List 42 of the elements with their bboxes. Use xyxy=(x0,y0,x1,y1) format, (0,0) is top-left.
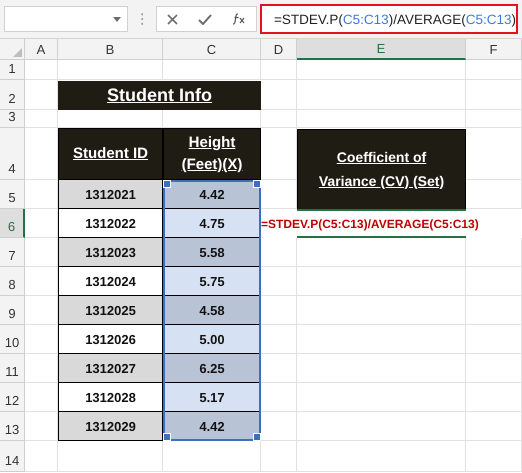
row-header[interactable]: 14 xyxy=(0,441,25,472)
result-heading: Coefficient of Variance (CV) (Set) xyxy=(297,129,466,209)
row-header[interactable]: 8 xyxy=(0,267,25,296)
row-header[interactable]: 2 xyxy=(0,80,25,110)
column-header[interactable]: D xyxy=(261,39,297,60)
row-header[interactable]: 4 xyxy=(0,128,25,180)
row-header[interactable]: 1 xyxy=(0,60,25,80)
row-header[interactable]: 6 xyxy=(0,209,25,238)
table-cell: 1312021 xyxy=(58,180,163,209)
table-cell: 4.58 xyxy=(163,296,261,325)
row-header[interactable]: 10 xyxy=(0,325,25,354)
table-cell: 1312025 xyxy=(58,296,163,325)
formula-text: =STDEV.P(C5:C13)/AVERAGE(C5:C13) xyxy=(261,216,479,230)
table-cell: 1312026 xyxy=(58,325,163,354)
column-header[interactable]: F xyxy=(466,39,522,60)
column-heading: Student ID xyxy=(58,128,163,180)
table-cell: 1312027 xyxy=(58,354,163,383)
column-heading: Height (Feet)(X) xyxy=(163,128,261,180)
table-cell: 1312024 xyxy=(58,267,163,296)
table-cell: 5.17 xyxy=(163,383,261,412)
table-cell: 5.75 xyxy=(163,267,261,296)
row-header[interactable]: 5 xyxy=(0,180,25,209)
formula-field[interactable]: =STDEV.P(C5:C13)/AVERAGE(C5:C13) xyxy=(260,4,518,34)
table-cell: 1312023 xyxy=(58,238,163,267)
sheet-title: Student Info xyxy=(58,81,261,110)
table-cell: 1312022 xyxy=(58,209,163,238)
table-cell: 1312029 xyxy=(58,412,163,441)
table-cell: 1312028 xyxy=(58,383,163,412)
row-header[interactable]: 3 xyxy=(0,110,25,128)
table-cell: 4.75 xyxy=(163,209,261,238)
row-header[interactable]: 9 xyxy=(0,296,25,325)
column-header[interactable]: C xyxy=(163,39,261,60)
row-header[interactable]: 12 xyxy=(0,383,25,412)
column-header[interactable]: A xyxy=(25,39,58,60)
table-cell: 5.00 xyxy=(163,325,261,354)
table-cell: 6.25 xyxy=(163,354,261,383)
column-header[interactable]: E xyxy=(297,39,466,60)
row-header[interactable]: 7 xyxy=(0,238,25,267)
row-header[interactable]: 11 xyxy=(0,354,25,383)
column-header[interactable]: B xyxy=(58,39,163,60)
table-cell: 5.58 xyxy=(163,238,261,267)
row-header[interactable]: 13 xyxy=(0,412,25,441)
